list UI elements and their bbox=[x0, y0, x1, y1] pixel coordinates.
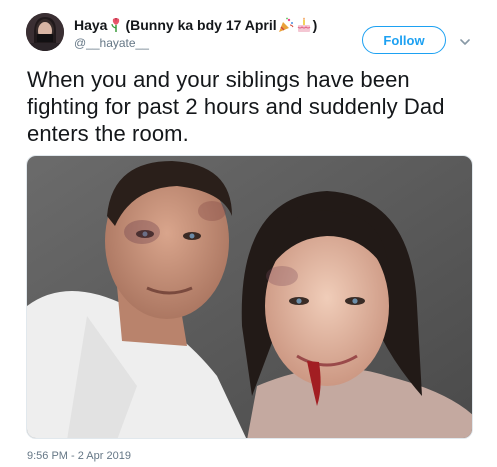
username-handle[interactable]: @__hayate__ bbox=[74, 36, 317, 51]
flower-emoji-icon bbox=[108, 17, 124, 33]
follow-button[interactable]: Follow bbox=[362, 26, 446, 54]
user-info: Haya (Bunny ka bdy 17 April) @__hayate_… bbox=[74, 16, 317, 51]
display-name[interactable]: Haya (Bunny ka bdy 17 April) bbox=[74, 16, 317, 34]
birthday-cake-emoji-icon bbox=[296, 17, 312, 33]
party-popper-emoji-icon bbox=[278, 17, 294, 33]
display-name-prefix: Haya bbox=[74, 17, 108, 33]
tweet-text: When you and your siblings have been fig… bbox=[27, 67, 445, 146]
display-name-text: (Bunny ka bdy 17 April bbox=[125, 17, 277, 33]
tweet-timestamp[interactable]: 9:56 PM - 2 Apr 2019 bbox=[27, 450, 131, 462]
avatar[interactable] bbox=[26, 13, 64, 51]
tweet-photo[interactable] bbox=[26, 155, 473, 439]
chevron-down-icon[interactable] bbox=[460, 34, 470, 45]
display-name-suffix: ) bbox=[312, 17, 318, 33]
tweet-card: Haya (Bunny ka bdy 17 April) @__hayate_… bbox=[0, 0, 497, 467]
